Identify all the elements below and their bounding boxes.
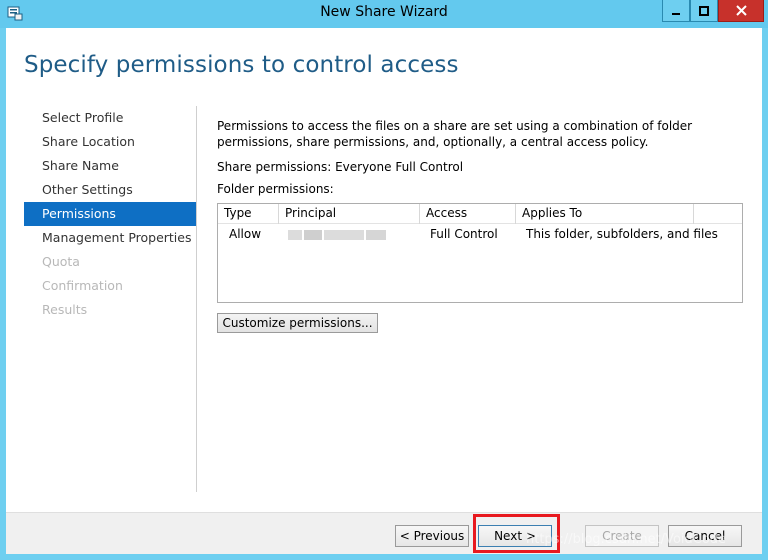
folder-permissions-label: Folder permissions: bbox=[217, 182, 334, 196]
nav-step-quota: Quota bbox=[42, 254, 80, 269]
maximize-icon bbox=[699, 5, 709, 16]
nav-step-permissions[interactable]: Permissions bbox=[24, 202, 196, 226]
folder-permissions-list[interactable]: Type Principal Access Applies To Allow F… bbox=[217, 203, 743, 303]
column-header-type[interactable]: Type bbox=[218, 204, 279, 224]
close-icon bbox=[735, 5, 747, 16]
nav-step-management-properties[interactable]: Management Properties bbox=[24, 226, 196, 250]
nav-step-results: Results bbox=[42, 302, 88, 317]
share-permissions-text: Share permissions: Everyone Full Control bbox=[217, 160, 464, 174]
page-title: Specify permissions to control access bbox=[24, 52, 459, 78]
nav-step-other-settings[interactable]: Other Settings bbox=[24, 178, 196, 202]
column-header-applies-to[interactable]: Applies To bbox=[516, 204, 694, 224]
nav-step-share-location[interactable]: Share Location bbox=[24, 130, 196, 154]
nav-step-share-name[interactable]: Share Name bbox=[24, 154, 196, 178]
table-row[interactable]: Allow Full Control This folder, subfolde… bbox=[218, 224, 742, 246]
maximize-button[interactable] bbox=[690, 0, 718, 22]
nav-step-confirmation: Confirmation bbox=[42, 278, 123, 293]
cell-access: Full Control bbox=[430, 227, 498, 241]
wizard-body: Specify permissions to control access Se… bbox=[6, 28, 762, 554]
minimize-icon bbox=[672, 12, 680, 15]
permissions-description: Permissions to access the files on a sha… bbox=[217, 119, 693, 149]
column-header-filler bbox=[694, 204, 742, 224]
column-header-access[interactable]: Access bbox=[420, 204, 516, 224]
cell-principal-redacted bbox=[288, 224, 398, 246]
customize-permissions-button[interactable]: Customize permissions... bbox=[217, 313, 378, 333]
nav-divider bbox=[196, 106, 197, 492]
list-header: Type Principal Access Applies To bbox=[218, 204, 742, 224]
watermark: https://blog.csdn.net/VoidCode bbox=[526, 532, 727, 547]
column-header-principal[interactable]: Principal bbox=[279, 204, 420, 224]
cell-type: Allow bbox=[229, 227, 262, 241]
nav-step-select-profile[interactable]: Select Profile bbox=[24, 106, 196, 130]
minimize-button[interactable] bbox=[662, 0, 690, 22]
close-button[interactable] bbox=[718, 0, 764, 22]
previous-button[interactable]: < Previous bbox=[395, 525, 469, 547]
cell-applies-to: This folder, subfolders, and files bbox=[526, 227, 718, 241]
title-bar[interactable]: New Share Wizard bbox=[0, 0, 768, 28]
wizard-step-nav: Select Profile Share Location Share Name… bbox=[24, 106, 196, 322]
window-title: New Share Wizard bbox=[320, 4, 448, 20]
